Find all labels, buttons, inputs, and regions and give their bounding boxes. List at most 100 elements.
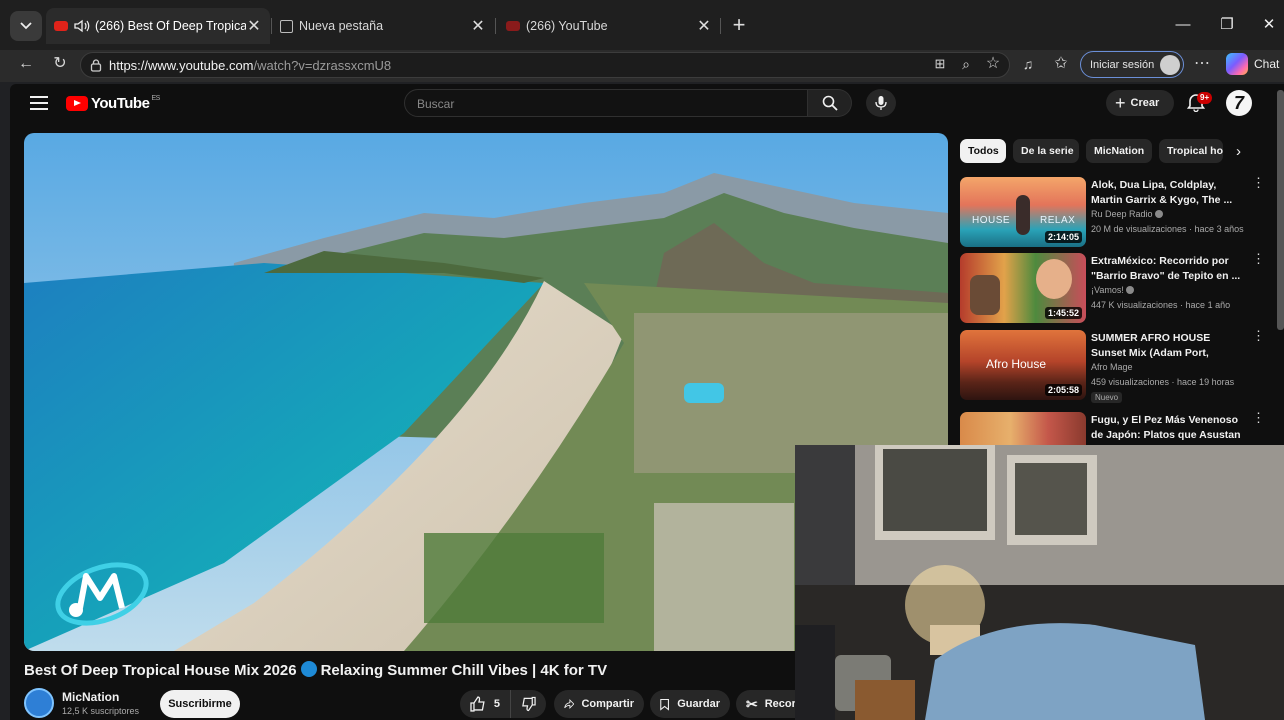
youtube-play-icon <box>66 96 88 111</box>
restore-button[interactable]: ❐ <box>1212 12 1242 38</box>
microphone-icon <box>875 96 887 110</box>
more-vert-icon[interactable]: ⋮ <box>1252 411 1265 424</box>
more-options-icon[interactable]: ⋯ <box>1190 52 1214 76</box>
webcam-overlay <box>795 445 1284 720</box>
close-tab-icon[interactable]: ✕ <box>246 16 262 36</box>
save-button[interactable]: Guardar <box>650 690 730 718</box>
favorite-star-icon[interactable]: ☆ <box>981 52 1005 76</box>
signin-label: Iniciar sesión <box>1090 58 1155 71</box>
chevron-down-icon <box>20 22 32 30</box>
channel-name[interactable]: Ru Deep Radio <box>1091 209 1164 219</box>
new-tab-button[interactable]: + <box>728 12 750 38</box>
video-title[interactable]: ExtraMéxico: Recorrido por "Barrio Bravo… <box>1091 254 1241 284</box>
scissors-icon: ✂ <box>746 695 758 712</box>
like-count: 5 <box>493 698 500 710</box>
plus-icon: + <box>1115 92 1126 113</box>
address-bar[interactable]: https://www.youtube.com/watch?v=dzrassxc… <box>80 52 1010 78</box>
create-button[interactable]: + Crear <box>1106 90 1174 116</box>
voice-search-button[interactable] <box>866 89 896 117</box>
favorites-icon[interactable]: ✩ <box>1049 52 1073 76</box>
logo-text: YouTube <box>91 95 150 112</box>
chip-series[interactable]: De la serie <box>1013 139 1079 163</box>
thumbs-down-icon <box>522 696 536 712</box>
tab-youtube-home[interactable]: (266) YouTube ✕ <box>498 8 720 44</box>
clip-label: Recor <box>764 698 796 710</box>
video-title[interactable]: Alok, Dua Lipa, Coldplay, Martin Garrix … <box>1091 178 1241 208</box>
thumb-face <box>1036 259 1072 299</box>
save-label: Guardar <box>677 698 720 710</box>
video-thumbnail[interactable]: 1:45:52 <box>960 253 1086 323</box>
page-scrollbar[interactable] <box>1277 90 1284 330</box>
minimize-button[interactable]: — <box>1168 12 1198 38</box>
new-badge: Nuevo <box>1091 392 1123 403</box>
youtube-favicon-icon <box>54 21 68 31</box>
recommended-video[interactable]: 1:45:52 ExtraMéxico: Recorrido por "Barr… <box>960 252 1265 325</box>
subscriber-count: 12,5 K suscriptores <box>62 706 140 716</box>
signin-button[interactable]: Iniciar sesión <box>1080 51 1184 78</box>
share-button[interactable]: Compartir <box>554 690 644 718</box>
channel-avatar[interactable] <box>24 688 54 718</box>
channel-name[interactable]: Afro Mage <box>1091 362 1133 372</box>
subscribe-button[interactable]: Suscribirme <box>160 690 240 718</box>
refresh-icon[interactable]: ↻ <box>48 52 72 76</box>
tab-divider <box>495 18 496 34</box>
close-tab-icon[interactable]: ✕ <box>470 16 486 36</box>
more-vert-icon[interactable]: ⋮ <box>1252 176 1265 189</box>
url-path: /watch?v=dzrassxcmU8 <box>253 57 392 73</box>
channel-watermark-logo <box>55 562 149 626</box>
page-icon <box>280 19 293 33</box>
copilot-icon <box>1226 53 1248 75</box>
app-available-icon[interactable]: ⊞ <box>928 52 952 76</box>
search-button[interactable] <box>808 89 852 117</box>
notification-count-badge: 9+ <box>1197 92 1213 104</box>
bookmark-icon <box>660 698 669 711</box>
account-avatar[interactable]: 7 <box>1226 90 1252 116</box>
channel-name[interactable]: ¡Vamos! <box>1091 285 1135 295</box>
search-icon <box>822 95 838 111</box>
more-vert-icon[interactable]: ⋮ <box>1252 252 1265 265</box>
thumb-figure <box>970 275 1000 315</box>
tab-youtube-video[interactable]: (266) Best Of Deep Tropical H... ✕ <box>46 8 270 44</box>
back-arrow-icon[interactable]: ← <box>14 52 38 76</box>
video-meta: 447 K visualizaciones · hace 1 año <box>1091 300 1231 310</box>
like-button[interactable]: 5 <box>460 690 510 718</box>
dislike-button[interactable] <box>510 690 546 718</box>
wave-emoji-icon <box>300 661 317 677</box>
video-title-part2: Relaxing Summer Chill Vibes | 4K for TV <box>320 662 608 679</box>
close-tab-icon[interactable]: ✕ <box>696 16 712 36</box>
video-meta: 459 visualizaciones · hace 19 horas <box>1091 377 1235 387</box>
tab-actions-menu-button[interactable] <box>10 11 42 41</box>
chip-tropical[interactable]: Tropical ho <box>1159 139 1223 163</box>
channel-name[interactable]: MicNation <box>62 690 119 704</box>
close-window-button[interactable]: ✕ <box>1254 12 1284 38</box>
thumb-text-right: RELAX <box>1040 215 1076 226</box>
chip-channel[interactable]: MicNation <box>1086 139 1152 163</box>
copilot-chat-button[interactable]: Chat <box>1226 53 1279 75</box>
recommended-video[interactable]: Afro House 2:05:58 SUMMER AFRO HOUSE Sun… <box>960 329 1265 403</box>
youtube-logo[interactable]: YouTube ES <box>66 95 160 112</box>
share-icon <box>564 699 575 709</box>
video-meta: 20 M de visualizaciones · hace 3 años <box>1091 224 1244 234</box>
url-host: https://www.youtube.com <box>109 57 254 73</box>
video-duration: 2:14:05 <box>1044 231 1082 243</box>
video-thumbnail[interactable]: Afro House 2:05:58 <box>960 330 1086 400</box>
chevron-right-icon[interactable]: › <box>1236 143 1241 160</box>
video-thumbnail[interactable]: HOUSE RELAX 2:14:05 <box>960 177 1086 247</box>
copilot-label: Chat <box>1254 57 1280 71</box>
thumb-text: Afro House <box>986 357 1047 371</box>
tab-new-tab[interactable]: Nueva pestaña ✕ <box>272 8 494 44</box>
chip-all[interactable]: Todos <box>960 139 1006 163</box>
hamburger-menu-icon[interactable] <box>30 96 48 110</box>
recommended-video[interactable]: HOUSE RELAX 2:14:05 Alok, Dua Lipa, Cold… <box>960 176 1265 249</box>
more-vert-icon[interactable]: ⋮ <box>1252 329 1265 342</box>
video-title[interactable]: Fugu, y El Pez Más Venenoso de Japón: Pl… <box>1091 413 1241 443</box>
search-input[interactable]: Buscar <box>404 89 808 117</box>
webcam-frame <box>795 445 1284 720</box>
thumb-text-left: HOUSE <box>972 215 1011 226</box>
video-title[interactable]: SUMMER AFRO HOUSE Sunset Mix (Adam Port,… <box>1091 331 1241 361</box>
zoom-icon[interactable]: ⌕ <box>954 52 978 76</box>
lock-icon <box>90 59 102 72</box>
speaker-icon[interactable] <box>74 19 90 33</box>
clip-button[interactable]: ✂ Recor <box>736 690 796 718</box>
media-control-icon[interactable]: ♫ <box>1016 52 1040 76</box>
